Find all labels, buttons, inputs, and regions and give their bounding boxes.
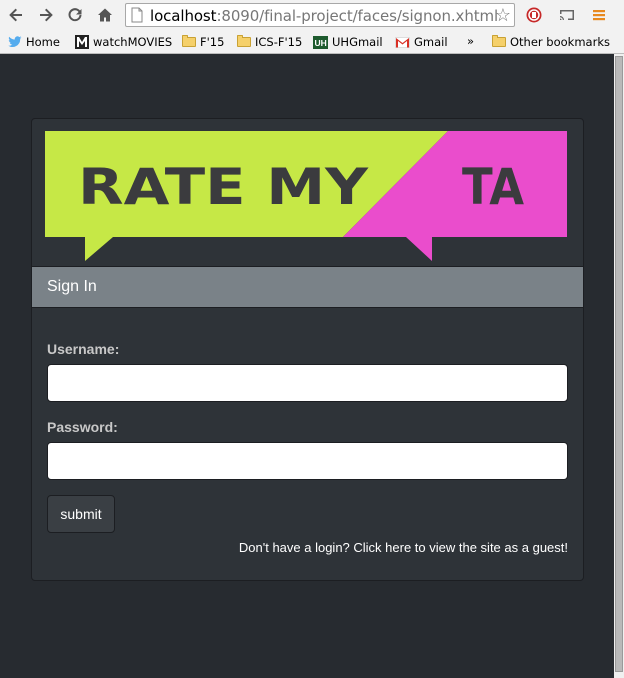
page-scrollbar[interactable]: [614, 54, 624, 678]
menu-icon[interactable]: [588, 4, 610, 26]
bookmark-label: Other bookmarks: [510, 35, 610, 49]
overflow-glyph: »: [467, 34, 475, 48]
folder-icon: [237, 35, 251, 47]
password-label: Password:: [47, 419, 118, 435]
svg-text:TA: TA: [462, 158, 524, 216]
page-content: RATE MY TA Sign In Username: Password: s…: [0, 54, 614, 678]
password-input[interactable]: [47, 442, 568, 480]
bookmark-label: UHGmail: [332, 35, 383, 49]
username-label: Username:: [47, 341, 120, 357]
forward-arrow-icon[interactable]: [35, 4, 57, 26]
gmail-icon: [395, 36, 410, 48]
m-logo-icon: [75, 35, 89, 49]
bookmarks-overflow-chevron[interactable]: »: [467, 34, 474, 48]
guest-link[interactable]: Don't have a login? Click here to view t…: [239, 540, 568, 555]
bookmark-folder-f15[interactable]: F'15: [182, 35, 224, 49]
submit-button[interactable]: submit: [47, 495, 115, 533]
reload-icon[interactable]: [64, 4, 86, 26]
bookmark-star-icon[interactable]: ☆: [495, 5, 511, 25]
bookmark-label: F'15: [200, 35, 225, 49]
bookmark-uhgmail[interactable]: UH UHGmail: [313, 35, 383, 49]
bookmark-label: Gmail: [414, 35, 448, 49]
address-bar[interactable]: localhost:8090/final-project/faces/signo…: [125, 3, 515, 27]
bookmark-folder-other[interactable]: Other bookmarks: [492, 35, 610, 49]
uh-logo-icon: UH: [313, 35, 328, 49]
back-arrow-icon[interactable]: [5, 4, 27, 26]
signin-title: Sign In: [47, 278, 97, 295]
home-icon[interactable]: [94, 4, 116, 26]
bookmark-home[interactable]: Home: [8, 35, 60, 49]
rate-my-ta-logo: RATE MY TA: [45, 131, 567, 261]
svg-text:RATE MY: RATE MY: [78, 158, 369, 216]
svg-text:UH: UH: [315, 38, 327, 48]
bookmark-label: ICS-F'15: [255, 35, 303, 49]
panel-heading: Sign In: [32, 266, 583, 308]
twitter-bird-icon: [8, 36, 22, 47]
bookmarks-bar: Home watchMOVIES F'15 ICS-F'15 UH UHGmai…: [0, 31, 624, 54]
signin-panel: RATE MY TA Sign In Username: Password: s…: [31, 118, 584, 581]
browser-toolbar: localhost:8090/final-project/faces/signo…: [0, 0, 624, 31]
page-icon: [131, 7, 143, 23]
bookmark-watchmovies[interactable]: watchMOVIES: [75, 35, 172, 49]
bookmark-label: Home: [26, 35, 60, 49]
folder-icon: [182, 35, 196, 47]
username-input[interactable]: [47, 364, 568, 402]
bookmark-folder-ics-f15[interactable]: ICS-F'15: [237, 35, 302, 49]
url-text: localhost:8090/final-project/faces/signo…: [150, 7, 499, 25]
bookmark-label: watchMOVIES: [93, 35, 173, 49]
folder-icon: [492, 35, 506, 47]
stop-extension-icon[interactable]: [523, 4, 545, 26]
scrollbar-thumb[interactable]: [615, 56, 623, 672]
bookmark-gmail[interactable]: Gmail: [395, 35, 448, 49]
cast-icon[interactable]: [556, 4, 578, 26]
